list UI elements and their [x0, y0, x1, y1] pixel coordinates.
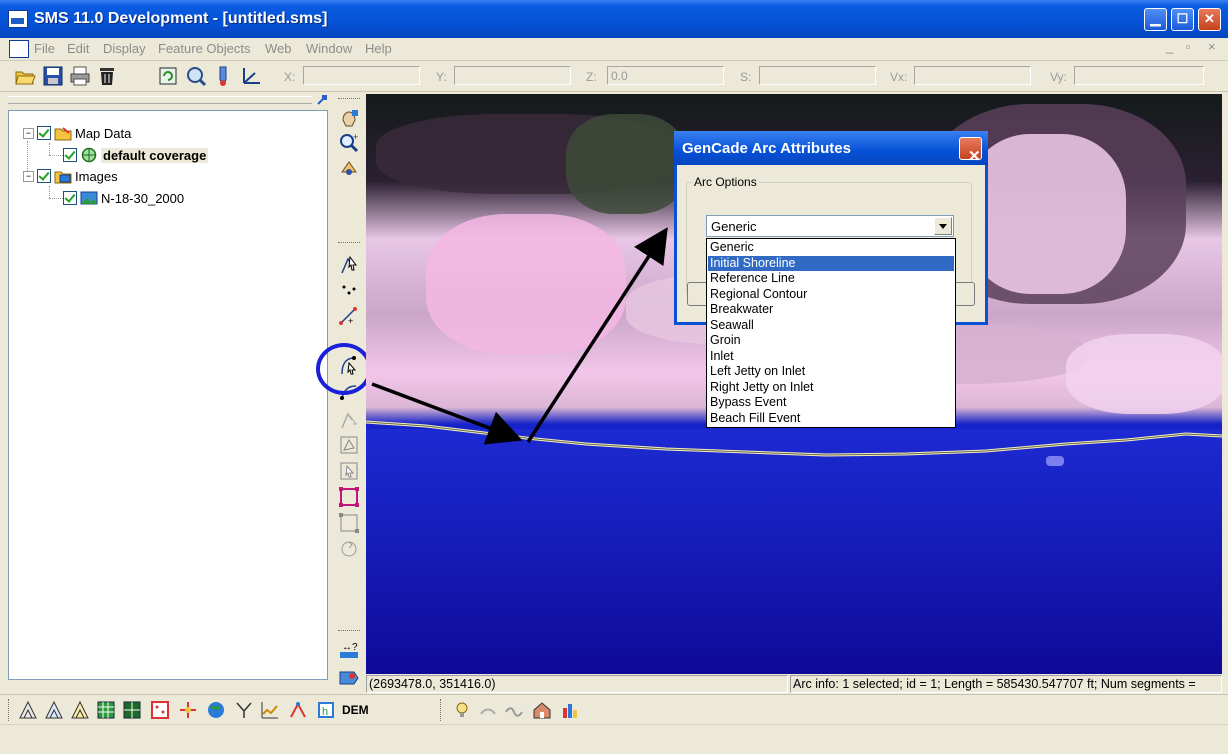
arc-options-label: Arc Options [694, 175, 757, 189]
svg-text:h: h [322, 706, 328, 718]
option-inlet[interactable]: Inlet [708, 349, 954, 365]
chevron-down-icon[interactable] [934, 217, 952, 235]
arc-type-dropdown-list: Generic Initial Shoreline Reference Line… [706, 238, 956, 428]
generic-model-icon[interactable]: h [316, 700, 336, 720]
close-icon: ✕ [968, 148, 981, 165]
flow-icon[interactable] [478, 700, 498, 720]
status-coordinates: (2693478.0, 351416.0) [366, 675, 788, 693]
option-right-jetty-on-inlet[interactable]: Right Jetty on Inlet [708, 380, 954, 396]
map-module-icon[interactable] [178, 700, 198, 720]
option-seawall[interactable]: Seawall [708, 318, 954, 334]
arc-type-value: Generic [711, 219, 757, 234]
quadtree-grid-icon[interactable] [122, 700, 142, 720]
option-initial-shoreline[interactable]: Initial Shoreline [708, 255, 954, 271]
status-bar: (2693478.0, 351416.0) Arc info: 1 select… [366, 675, 1222, 693]
scatter-points-icon[interactable] [234, 700, 254, 720]
dialog-title: GenCade Arc Attributes [682, 140, 851, 157]
scatter-module-icon[interactable] [70, 700, 90, 720]
module-toolbar: h DEM [0, 694, 1228, 725]
toolbar-gripper [8, 699, 12, 721]
grid-module-icon[interactable] [44, 700, 64, 720]
mesh-module-icon[interactable] [18, 700, 38, 720]
option-regional-contour[interactable]: Regional Contour [708, 287, 954, 303]
status-arc-info: Arc info: 1 selected; id = 1; Length = 5… [790, 675, 1222, 693]
arc-type-select[interactable]: Generic [706, 215, 954, 237]
gis-module-icon[interactable] [206, 700, 226, 720]
plot-icon[interactable] [260, 700, 280, 720]
house-icon[interactable] [532, 700, 552, 720]
bar-chart-icon[interactable] [560, 700, 580, 720]
lightbulb-icon[interactable] [452, 700, 472, 720]
arrow-to-dialog [526, 227, 668, 443]
particle-module-icon[interactable] [150, 700, 170, 720]
lower-status-area [0, 724, 1228, 754]
toolbar-gripper [440, 699, 444, 721]
cartesian-grid-icon[interactable] [96, 700, 116, 720]
option-reference-line[interactable]: Reference Line [708, 271, 954, 287]
dem-label[interactable]: DEM [342, 700, 369, 720]
dialog-title-bar: GenCade Arc Attributes ✕ [674, 131, 988, 165]
option-left-jetty-on-inlet[interactable]: Left Jetty on Inlet [708, 364, 954, 380]
wave-icon[interactable] [504, 700, 524, 720]
transect-icon[interactable] [288, 700, 308, 720]
option-bypass-event[interactable]: Bypass Event [708, 395, 954, 411]
arrow-to-arc [371, 382, 523, 445]
option-beach-fill-event[interactable]: Beach Fill Event [708, 411, 954, 427]
option-generic[interactable]: Generic [708, 240, 954, 256]
annotation-arrows [371, 227, 668, 445]
option-breakwater[interactable]: Breakwater [708, 302, 954, 318]
option-groin[interactable]: Groin [708, 333, 954, 349]
dialog-close-button[interactable]: ✕ [959, 137, 982, 165]
